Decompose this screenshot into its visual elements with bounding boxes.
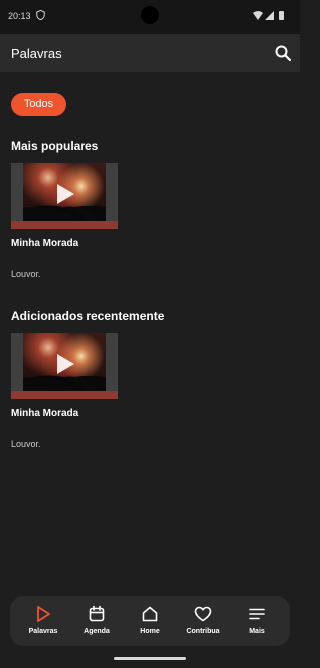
nav-item-contribua[interactable]: Contribua [178, 596, 228, 646]
nav-label: Palavras [28, 628, 58, 635]
nav-item-agenda[interactable]: Agenda [72, 596, 122, 646]
home-icon [142, 606, 158, 622]
status-bar: 20:13 [0, 0, 300, 34]
status-time: 20:13 [8, 11, 31, 21]
video-category: Louvor. [11, 269, 41, 279]
bottom-navigation: Palavras Agenda Home Contribua Mais [10, 596, 290, 646]
signal-icon [265, 11, 274, 20]
nav-label: Mais [249, 628, 265, 635]
video-card[interactable]: Minha Morada Louvor. [11, 333, 118, 453]
search-icon[interactable] [274, 44, 292, 62]
camera-cutout [141, 6, 159, 24]
video-title: Minha Morada [11, 408, 79, 419]
video-category: Louvor. [11, 439, 41, 449]
nav-item-mais[interactable]: Mais [232, 596, 282, 646]
video-title: Minha Morada [11, 238, 79, 249]
play-icon[interactable] [55, 183, 75, 205]
filter-chip-todos[interactable]: Todos [11, 93, 66, 116]
video-card[interactable]: Minha Morada Louvor. [11, 163, 118, 283]
nav-label: Contribua [186, 628, 220, 635]
thumbnail-accent-bar [11, 391, 118, 399]
wifi-icon [253, 11, 263, 20]
calendar-icon [89, 605, 105, 622]
nav-label: Home [140, 628, 160, 635]
battery-icon [279, 11, 284, 20]
section-title-popular: Mais populares [11, 139, 99, 153]
shield-icon [36, 10, 45, 20]
video-thumbnail [11, 163, 118, 229]
nav-label: Agenda [84, 628, 110, 635]
section-title-recent: Adicionados recentemente [11, 309, 165, 323]
thumbnail-accent-bar [11, 221, 118, 229]
play-outline-icon [37, 606, 50, 622]
app-bar: Palavras [0, 34, 300, 72]
nav-item-home[interactable]: Home [125, 596, 175, 646]
page-title: Palavras [11, 46, 62, 61]
heart-icon [194, 606, 212, 622]
menu-icon [249, 608, 265, 620]
home-indicator[interactable] [114, 657, 186, 660]
play-icon[interactable] [55, 353, 75, 375]
video-thumbnail [11, 333, 118, 399]
nav-item-palavras[interactable]: Palavras [18, 596, 68, 646]
